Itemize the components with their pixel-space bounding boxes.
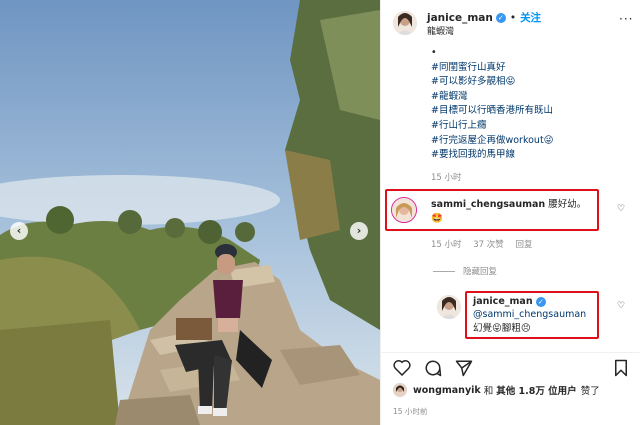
post-header: janice_man ✓ • 关注 龍蝦灣 ··· [381,0,640,40]
reply-heart-icon[interactable]: ♡ [617,301,625,311]
caption-hashtag[interactable]: #要找回我的馬甲線 [431,148,554,163]
follow-button[interactable]: 关注 [520,10,541,25]
comment-heart-icon[interactable]: ♡ [617,204,625,214]
likes-others[interactable]: 其他 1.8万 位用户 [496,383,576,397]
reply-text: 幻覺😝腳粗😣 [473,323,531,334]
reply-mention[interactable]: @sammi_chengsauman [473,308,586,322]
caption-hashtag[interactable]: #行山行上癮 [431,119,554,134]
verified-badge-icon: ✓ [535,297,546,307]
caption-meta: 15 小时 [431,171,471,183]
divider-line [433,270,455,272]
post-caption: • #同閨蜜行山真好 #可以影好多靚相😝 #龍蝦灣 #目標可以行晒香港所有既山 … [431,46,554,163]
caption-bullet: • [431,47,437,58]
comment-meta: 15 小时 37 次赞 回复 [431,238,541,250]
post-timestamp: 15 小时前 [393,407,428,416]
caption-hashtag[interactable]: #行完返屋企再做workout😜 [431,134,554,149]
heart-icon[interactable] [393,359,411,376]
commenter-avatar[interactable] [391,197,417,223]
instagram-post-viewer: ‹ › janice_man ✓ • 关注 龍蝦灣 ··· • #同閨蜜行山真好… [0,0,640,425]
reply-username-row: janice_man ✓ [473,295,546,309]
comment-body: sammi_chengsauman 腰好幼。 [431,198,586,212]
author-username-row: janice_man ✓ • 关注 [427,10,541,25]
reply-author-avatar[interactable] [437,295,461,319]
liker-avatar[interactable] [393,383,407,397]
caption-hashtag[interactable]: #龍蝦灣 [431,90,554,105]
comment-text-line2: 🤩 [431,213,443,224]
more-icon[interactable]: ··· [619,12,633,26]
post-side-panel: janice_man ✓ • 关注 龍蝦灣 ··· • #同閨蜜行山真好 #可以… [380,0,640,425]
comment-text: 腰好幼。 [548,199,587,210]
action-bar [381,352,640,382]
comment-icon[interactable] [424,359,442,377]
verified-badge-icon: ✓ [495,12,506,23]
comment-likes[interactable]: 37 次赞 [473,240,504,250]
separator-dot: • [509,11,517,24]
caption-hashtag[interactable]: #目標可以行晒香港所有既山 [431,104,554,119]
author-avatar[interactable] [393,11,417,35]
author-username[interactable]: janice_man [427,12,493,24]
caption-time: 15 小时 [431,173,462,183]
hiking-photo-image [0,0,380,425]
carousel-next-button[interactable]: › [350,222,368,240]
reply-username[interactable]: janice_man [473,296,533,307]
hide-replies-button[interactable]: 隐藏回复 [433,265,497,277]
share-icon[interactable] [455,359,473,377]
liker-username[interactable]: wongmanyik [413,385,481,396]
likes-liked: 赞了 [580,386,600,397]
likes-summary: wongmanyik 和 其他 1.8万 位用户 赞了 [393,383,600,397]
commenter-username[interactable]: sammi_chengsauman [431,199,545,210]
reply-button[interactable]: 回复 [515,240,532,250]
comment-time: 15 小时 [431,240,462,250]
likes-and: 和 [483,386,494,397]
hide-replies-label: 隐藏回复 [463,267,498,277]
caption-hashtag[interactable]: #同閨蜜行山真好 [431,61,554,76]
carousel-prev-button[interactable]: ‹ [10,222,28,240]
post-location[interactable]: 龍蝦灣 [427,24,454,37]
caption-hashtag[interactable]: #可以影好多靚相😝 [431,75,554,90]
bookmark-icon[interactable] [613,359,629,377]
post-photo[interactable]: ‹ › [0,0,380,425]
